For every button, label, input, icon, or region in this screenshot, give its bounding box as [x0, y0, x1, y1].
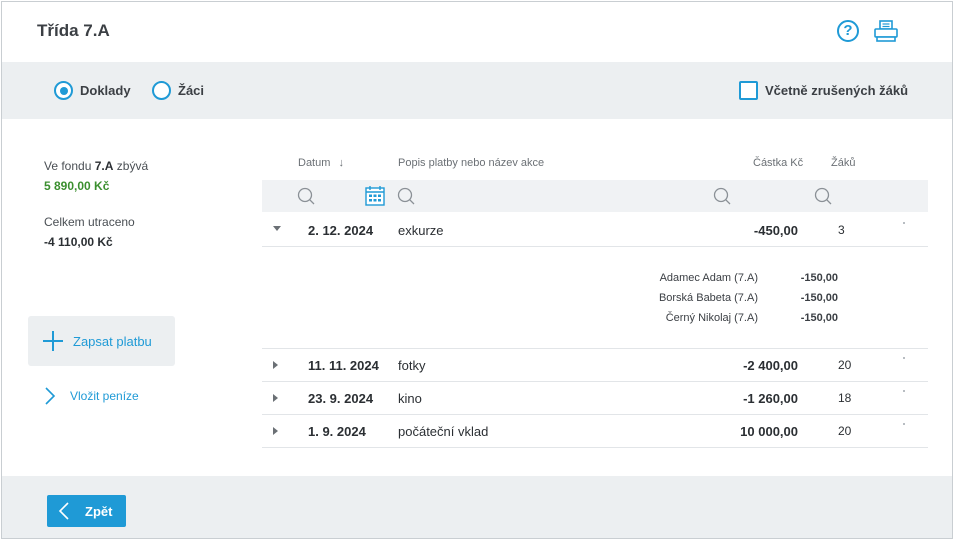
radio-documents-label: Doklady	[80, 83, 131, 98]
row-date: 1. 9. 2024	[308, 424, 366, 439]
add-payment-button[interactable]: Zapsat platbu	[28, 316, 175, 366]
radio-students[interactable]: Žáci	[152, 81, 204, 100]
window-frame: Třída 7.A ? Doklady Žáci Včetně zrušenýc…	[1, 1, 953, 539]
sort-arrow-icon: ↓	[338, 157, 344, 169]
row-date: 2. 12. 2024	[308, 223, 374, 238]
fund-remaining-value: 5 890,00 Kč	[44, 179, 110, 193]
row-menu-icon[interactable]	[903, 357, 905, 359]
column-header-date[interactable]: Datum ↓	[298, 157, 344, 169]
back-label: Zpět	[85, 503, 113, 519]
filter-bar: Doklady Žáci Včetně zrušených žáků	[2, 62, 952, 119]
fund-class: 7.A	[94, 159, 114, 173]
row-menu-icon[interactable]	[903, 390, 905, 392]
row-description: exkurze	[398, 223, 444, 238]
footer-bar: Zpět	[2, 476, 952, 538]
row-menu-icon[interactable]	[903, 222, 905, 224]
detail-student-amount: -150,00	[800, 292, 838, 304]
column-header-students: Žáků	[831, 157, 856, 169]
total-spent-label: Celkem utraceno	[44, 215, 135, 229]
row-description: fotky	[398, 358, 426, 373]
page-title: Třída 7.A	[37, 21, 110, 40]
row-amount: -2 400,00	[743, 358, 798, 373]
deposit-money-label: Vložit peníze	[70, 389, 139, 403]
help-circle-icon[interactable]: ?	[837, 20, 859, 42]
row-menu-icon[interactable]	[903, 423, 905, 425]
expand-arrow-icon[interactable]	[273, 361, 278, 369]
expand-arrow-icon[interactable]	[273, 427, 278, 435]
header: Třída 7.A ?	[2, 2, 952, 62]
chevron-right-icon	[45, 387, 56, 405]
row-student-count: 20	[838, 424, 852, 438]
printer-icon[interactable]	[873, 20, 899, 42]
detail-student-amount: -150,00	[800, 312, 838, 324]
row-description: kino	[398, 391, 422, 406]
expand-arrow-icon[interactable]	[273, 394, 278, 402]
fund-suffix: zbývá	[116, 159, 149, 173]
date-header-label: Datum	[298, 157, 331, 169]
radio-documents[interactable]: Doklady	[54, 81, 131, 100]
search-filter-row	[262, 180, 928, 212]
include-cancelled-label: Včetně zrušených žáků	[765, 83, 909, 98]
row-student-count: 18	[838, 391, 852, 405]
back-button[interactable]: Zpět	[47, 495, 126, 527]
row-amount: 10 000,00	[740, 424, 798, 439]
fund-remaining-label: Ve fondu 7.A zbývá	[44, 159, 148, 173]
detail-student-name: Borská Babeta (7.A)	[658, 292, 758, 304]
radio-students-label: Žáci	[178, 83, 205, 98]
detail-student-amount: -150,00	[800, 272, 838, 284]
row-date: 23. 9. 2024	[308, 391, 374, 406]
expand-arrow-icon[interactable]	[273, 226, 281, 231]
row-date: 11. 11. 2024	[308, 358, 379, 373]
table-row[interactable]: 1. 9. 2024 počáteční vklad 10 000,00 20	[262, 415, 928, 448]
row-amount: -450,00	[753, 223, 798, 238]
calendar-icon[interactable]	[365, 185, 385, 206]
table-row[interactable]: 11. 11. 2024 fotky -2 400,00 20	[262, 349, 928, 382]
chevron-left-icon	[58, 502, 69, 520]
search-students-icon[interactable]	[814, 187, 832, 205]
row-amount: -1 260,00	[743, 391, 798, 406]
table-row[interactable]: 2. 12. 2024 exkurze -450,00 3	[262, 214, 928, 247]
detail-student-name: Adamec Adam (7.A)	[659, 272, 758, 284]
row-student-count: 3	[838, 223, 845, 237]
search-amount-icon[interactable]	[713, 187, 731, 205]
deposit-money-link[interactable]: Vložit peníze	[44, 386, 139, 406]
include-cancelled-checkbox[interactable]: Včetně zrušených žáků	[739, 81, 908, 100]
row-description: počáteční vklad	[398, 424, 489, 439]
add-payment-label: Zapsat platbu	[73, 333, 152, 349]
radio-checked-icon[interactable]	[54, 81, 73, 100]
column-header-description: Popis platby nebo název akce	[398, 157, 545, 169]
column-header-amount: Částka Kč	[753, 157, 804, 169]
search-date-icon[interactable]	[297, 187, 315, 205]
row-student-count: 20	[838, 358, 852, 372]
fund-prefix: Ve fondu	[44, 159, 92, 173]
plus-icon	[43, 331, 63, 351]
search-description-icon[interactable]	[397, 187, 415, 205]
checkbox-box[interactable]	[739, 81, 758, 100]
detail-student-name: Černý Nikolaj (7.A)	[665, 312, 758, 324]
total-spent-value: -4 110,00 Kč	[44, 235, 113, 249]
radio-unchecked-icon[interactable]	[152, 81, 171, 100]
row-detail-panel: Adamec Adam (7.A) -150,00 Borská Babeta …	[262, 247, 928, 349]
table-row[interactable]: 23. 9. 2024 kino -1 260,00 18	[262, 382, 928, 415]
